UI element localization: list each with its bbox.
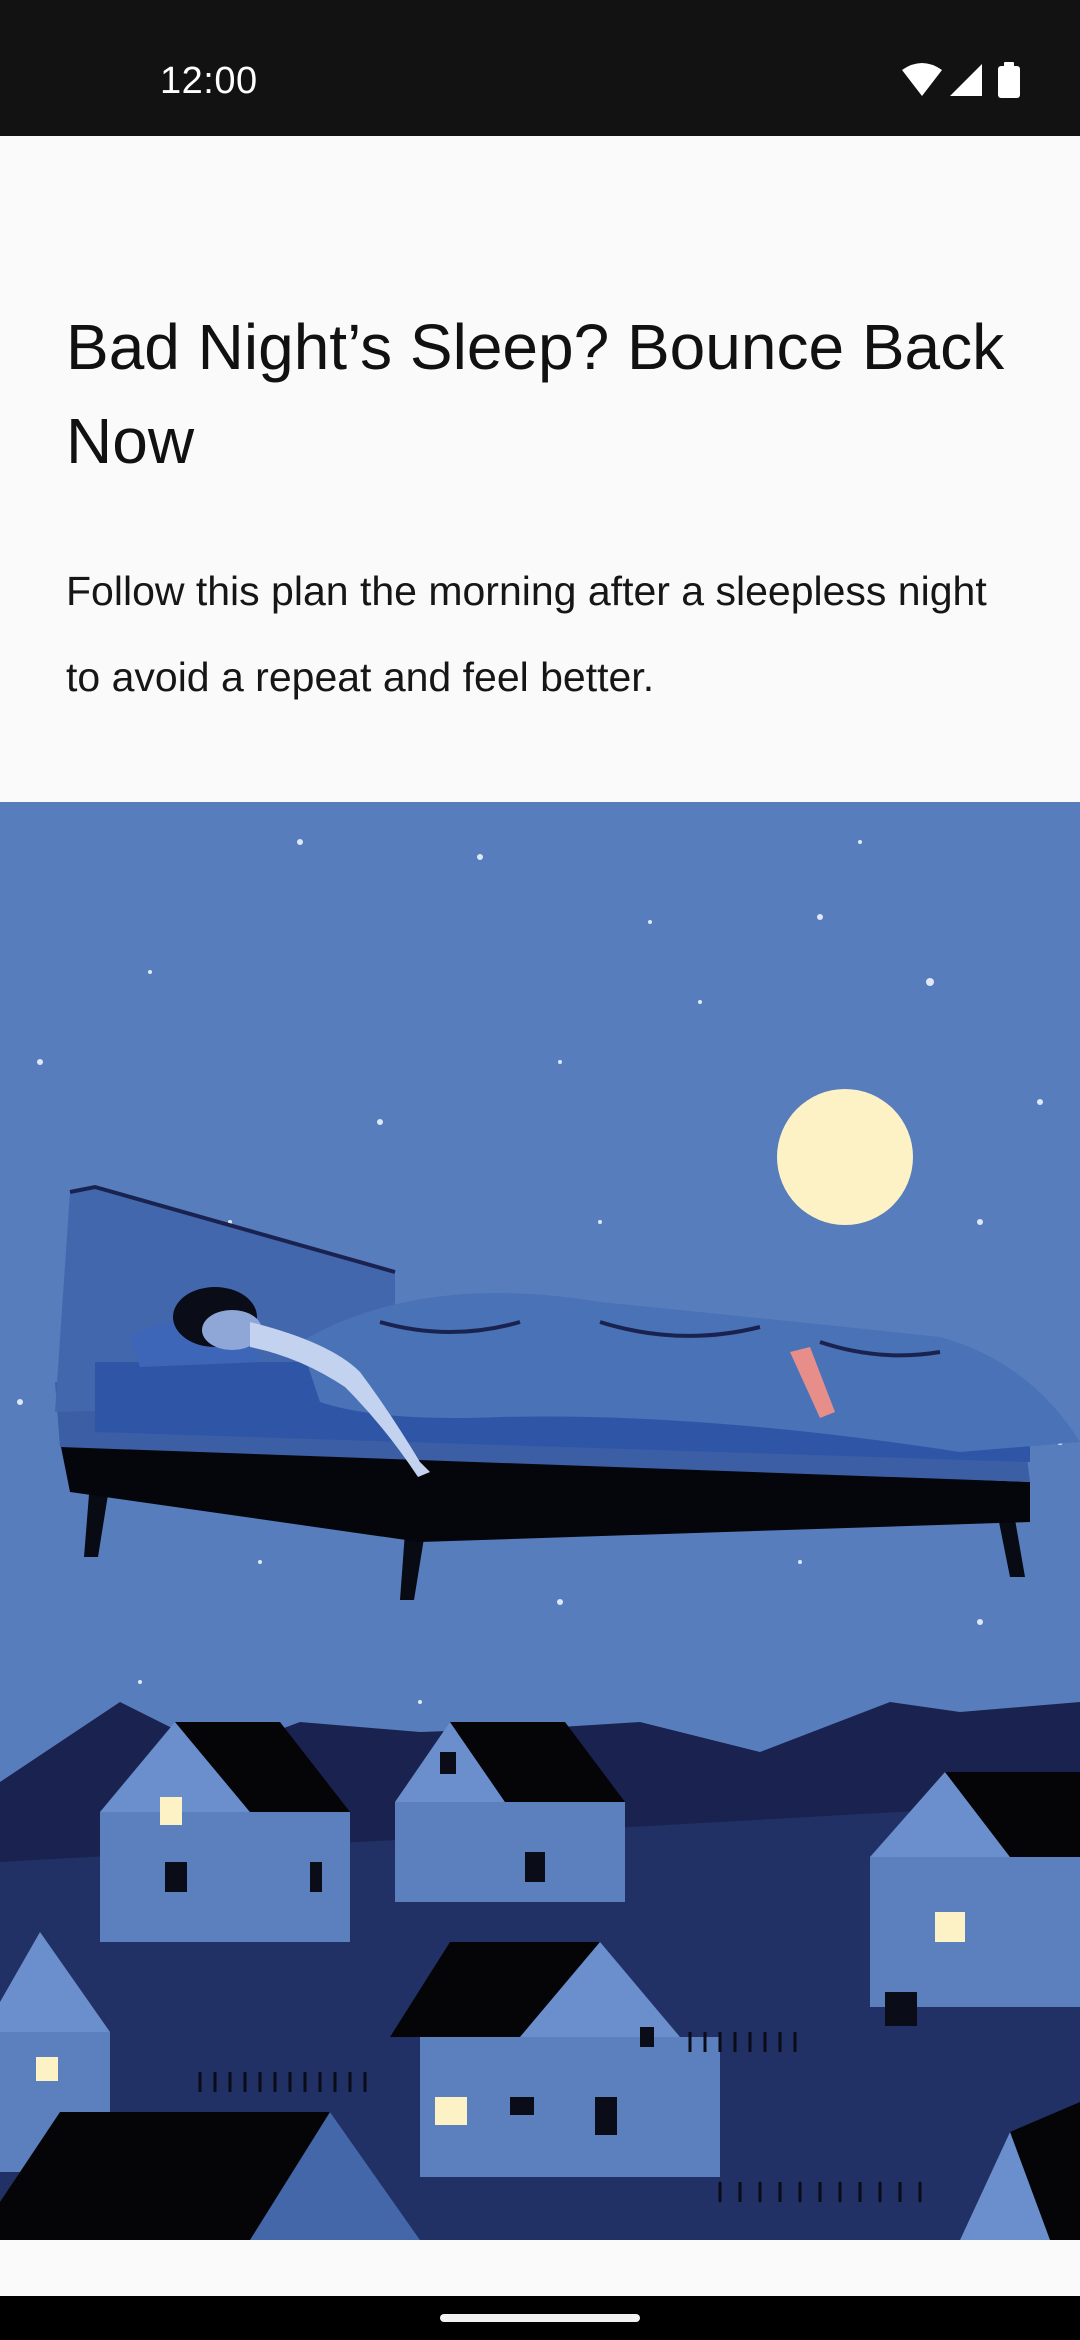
- status-bar: 12:00: [0, 0, 1080, 136]
- article-header: Bad Night’s Sleep? Bounce Back Now Follo…: [66, 300, 1016, 720]
- article-summary: Follow this plan the morning after a sle…: [66, 568, 987, 700]
- battery-icon: [998, 62, 1020, 98]
- status-icons: [902, 62, 1032, 102]
- home-gesture-handle[interactable]: [440, 2314, 640, 2322]
- moon: [777, 1089, 913, 1225]
- hero-illustration: [0, 802, 1080, 2240]
- wifi-icon: [902, 63, 942, 96]
- cell-signal-icon: [950, 64, 982, 96]
- article-title: Bad Night’s Sleep? Bounce Back Now: [66, 311, 1005, 477]
- navigation-bar: [0, 2296, 1080, 2340]
- status-time: 12:00: [160, 60, 258, 102]
- screen: 12:00 Bad Night’s Sleep? Bounce Back Now: [0, 0, 1080, 2340]
